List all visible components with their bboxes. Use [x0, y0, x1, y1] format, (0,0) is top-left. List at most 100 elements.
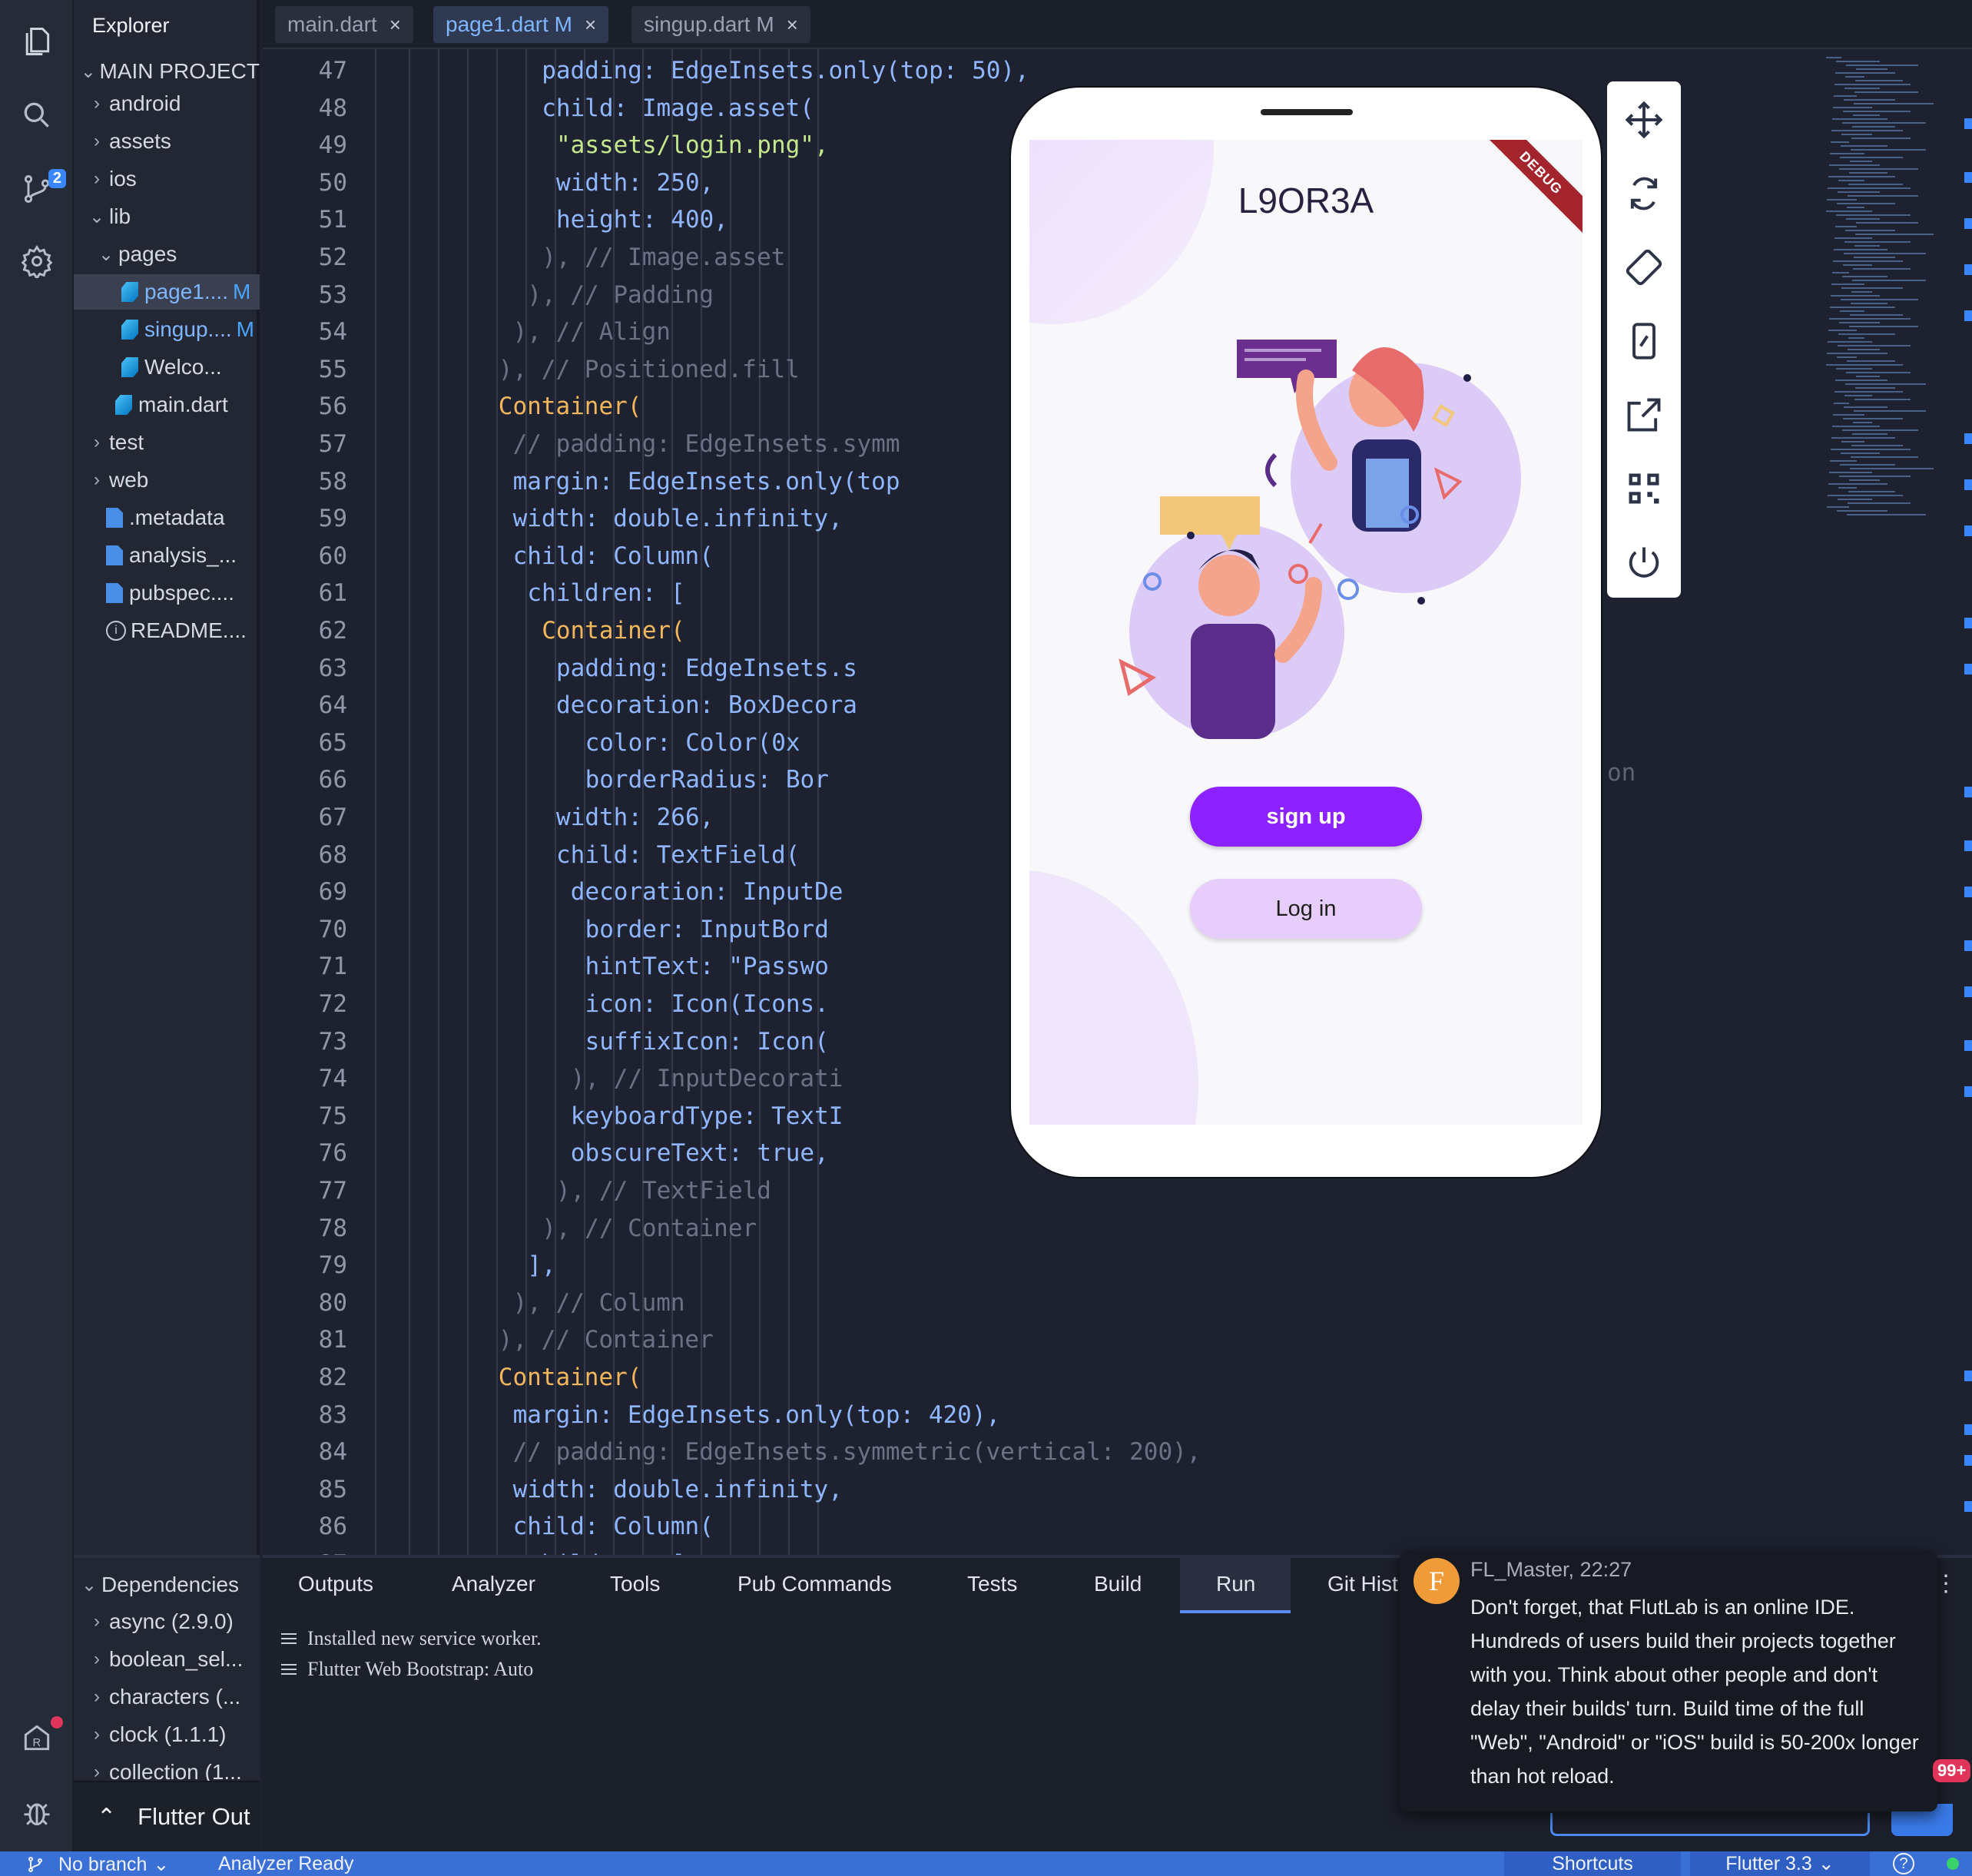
minimap-line — [1849, 479, 1880, 481]
project-root[interactable]: ⌄ MAIN PROJECT — [74, 54, 260, 89]
minimap-line — [1838, 333, 1895, 335]
dependency-item[interactable]: › characters (... — [74, 1679, 260, 1715]
line-number: 49 — [318, 131, 347, 160]
settings-icon[interactable] — [0, 224, 74, 298]
rotate-icon[interactable] — [1607, 230, 1681, 304]
signup-button[interactable]: sign up — [1190, 787, 1422, 847]
indent-guide — [759, 49, 761, 1555]
explorer-item-pubspec[interactable]: pubspec.... — [74, 575, 260, 611]
minimap-line — [1844, 241, 1911, 243]
code-line: ), // Align — [512, 318, 671, 346]
scroll-marker — [1964, 664, 1972, 674]
indent-guide — [730, 49, 731, 1555]
explorer-item-welco[interactable]: Welco... — [74, 350, 260, 385]
explorer-item-main-dart[interactable]: main.dart — [74, 387, 260, 423]
explorer-item-label: ios — [109, 167, 137, 191]
minimap[interactable] — [1811, 49, 1972, 1555]
flutter-documentation-button[interactable] — [1550, 1813, 1870, 1836]
phone-notch — [1261, 109, 1353, 115]
explorer-item-label: main.dart — [138, 393, 228, 416]
indent-guide — [788, 49, 790, 1555]
source-control-icon[interactable]: 2 — [0, 152, 74, 226]
tab-main-dart[interactable]: main.dart × — [275, 6, 413, 43]
file-icon — [106, 545, 123, 565]
explorer-item-analysis[interactable]: analysis_... — [74, 538, 260, 573]
code-line: ), // Padding — [527, 280, 714, 309]
minimap-line — [1835, 72, 1895, 74]
minimap-line — [1854, 399, 1911, 400]
code-line: width: 266, — [556, 804, 714, 831]
explorer-item-test[interactable]: › test — [74, 425, 260, 460]
chevron-down-icon: ⌄ — [98, 244, 114, 265]
panel-tab-tools[interactable]: Tools — [610, 1572, 660, 1596]
code-line: ), // InputDecorati — [570, 1065, 843, 1093]
move-icon[interactable] — [1607, 83, 1681, 157]
minimap-line — [1841, 299, 1918, 300]
panel-tab-tests[interactable]: Tests — [967, 1572, 1017, 1596]
explorer-item-ios[interactable]: › ios — [74, 161, 260, 197]
help-icon[interactable]: ? — [1893, 1853, 1914, 1874]
search-icon[interactable] — [0, 78, 74, 152]
explorer-item-pages[interactable]: ⌄ pages — [74, 237, 260, 272]
more-options-icon[interactable]: ⋮ — [1934, 1570, 1957, 1597]
line-number: 54 — [318, 318, 347, 346]
flutter-version-selector[interactable]: Flutter 3.3 ⌄ — [1690, 1851, 1870, 1876]
close-icon[interactable]: × — [389, 13, 401, 37]
tab-label: singup.dart M — [644, 12, 774, 36]
line-number: 59 — [318, 505, 347, 533]
login-button[interactable]: Log in — [1190, 879, 1422, 939]
scroll-marker — [1964, 940, 1972, 951]
scroll-marker — [1964, 1501, 1972, 1512]
dependency-item[interactable]: › boolean_sel... — [74, 1642, 260, 1677]
minimap-line — [1837, 356, 1857, 358]
chevron-right-icon: › — [94, 432, 100, 452]
close-icon[interactable]: × — [787, 13, 798, 37]
login-illustration — [1119, 340, 1521, 739]
dependency-item[interactable]: › async (2.9.0) — [74, 1604, 260, 1639]
panel-tab-analyzer[interactable]: Analyzer — [452, 1572, 535, 1596]
panel-tab-outputs[interactable]: Outputs — [298, 1572, 373, 1596]
line-number: 86 — [318, 1513, 347, 1541]
minimap-line — [1834, 249, 1887, 250]
explorer-item-singup[interactable]: singup.... M — [74, 312, 260, 347]
minimap-line — [1834, 84, 1911, 85]
status-bar: No branch ⌄ Analyzer Ready Shortcuts Flu… — [0, 1851, 1972, 1876]
explorer-item-web[interactable]: › web — [74, 462, 260, 498]
flutter-outline-toggle[interactable]: ⌃ Flutter Out — [74, 1781, 260, 1851]
repo-icon[interactable]: R — [0, 1701, 74, 1775]
minimap-line — [1845, 383, 1926, 385]
close-icon[interactable]: × — [585, 13, 596, 37]
qr-code-icon[interactable] — [1607, 452, 1681, 525]
modified-badge: M — [236, 317, 254, 341]
minimap-line — [1827, 199, 1857, 201]
dependencies-header[interactable]: ⌄ Dependencies — [74, 1567, 260, 1603]
chat-notification[interactable]: F FL_Master, 22:27 Don't forget, that Fl… — [1400, 1550, 1937, 1811]
panel-tab-build[interactable]: Build — [1094, 1572, 1142, 1596]
line-number: 66 — [318, 766, 347, 794]
panel-tab-run[interactable]: Run — [1216, 1572, 1255, 1596]
line-number: 50 — [318, 168, 347, 197]
tab-singup-dart[interactable]: singup.dart M × — [631, 6, 810, 43]
shortcuts-button[interactable]: Shortcuts — [1504, 1851, 1681, 1876]
hot-reload-icon[interactable] — [1607, 157, 1681, 230]
shortcuts-label: Shortcuts — [1552, 1852, 1633, 1874]
explorer-item-metadata[interactable]: .metadata — [74, 500, 260, 535]
files-icon[interactable] — [0, 5, 74, 78]
resize-icon[interactable] — [1607, 304, 1681, 378]
explorer-item-lib[interactable]: ⌄ lib — [74, 199, 260, 234]
minimap-line — [1851, 303, 1887, 304]
explorer-item-android[interactable]: › android — [74, 86, 260, 121]
dependency-item[interactable]: › clock (1.1.1) — [74, 1717, 260, 1752]
explorer-item-assets[interactable]: › assets — [74, 124, 260, 159]
panel-tab-git-hist[interactable]: Git Hist — [1327, 1572, 1398, 1596]
code-line: ), // Container — [542, 1214, 757, 1242]
open-external-icon[interactable] — [1607, 378, 1681, 452]
panel-tab-pub-commands[interactable]: Pub Commands — [737, 1572, 892, 1596]
power-icon[interactable] — [1607, 525, 1681, 599]
branch-selector[interactable]: No branch ⌄ — [26, 1853, 169, 1876]
explorer-item-page1[interactable]: page1.... M — [74, 274, 260, 310]
minimap-line — [1850, 161, 1872, 162]
explorer-item-readme[interactable]: i README.... — [74, 613, 260, 648]
debug-icon[interactable] — [0, 1776, 74, 1850]
tab-page1-dart[interactable]: page1.dart M × — [433, 6, 609, 43]
